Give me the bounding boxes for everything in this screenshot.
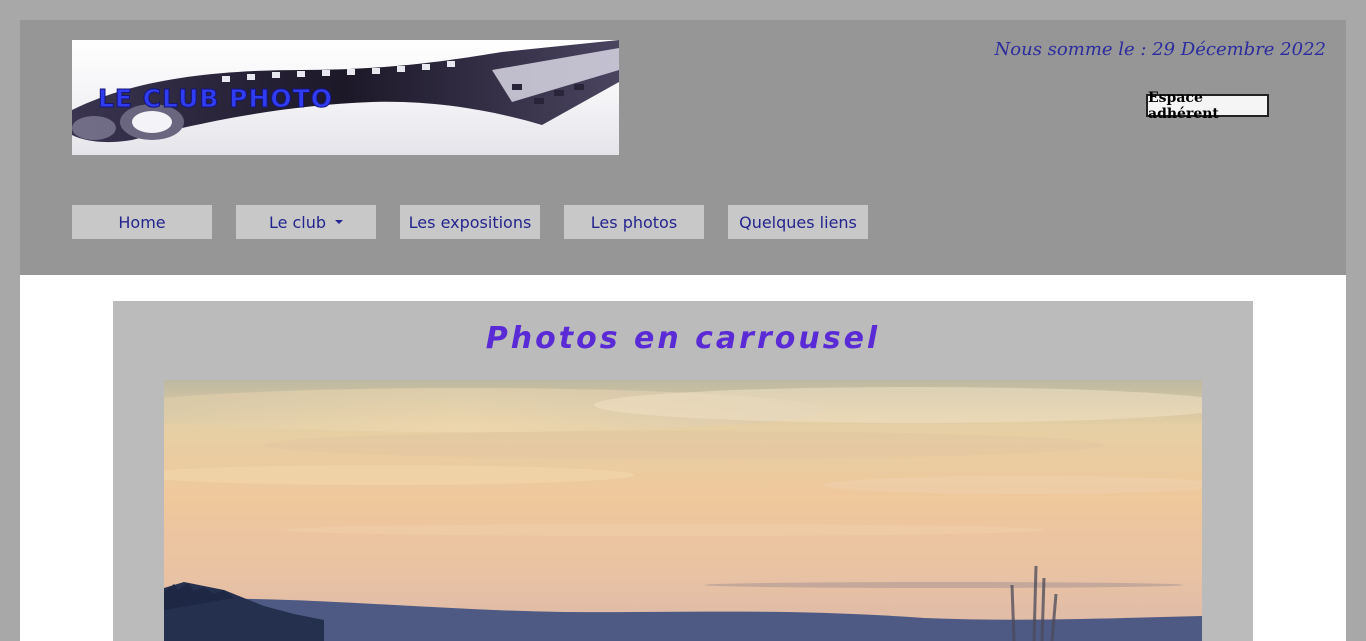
logo-text: LE CLUB PHOTO [98,84,333,114]
nav-item-liens[interactable]: Quelques liens [728,205,868,239]
nav-label-home: Home [118,212,166,232]
nav-item-photos[interactable]: Les photos [564,205,704,239]
page-frame: LE CLUB PHOTO Nous somme le : 29 Décembr… [20,20,1346,641]
current-date: Nous somme le : 29 Décembre 2022 [994,39,1326,60]
chevron-down-icon [335,220,344,224]
nav-label-photos: Les photos [590,212,678,232]
nav-item-expositions[interactable]: Les expositions [400,205,540,239]
carousel-section: Photos en carrousel [113,301,1253,641]
nav-item-le-club[interactable]: Le club [236,205,376,239]
member-area-button[interactable]: Espace adhérent [1146,90,1269,122]
nav-label-expositions: Les expositions [408,212,532,232]
section-title: Photos en carrousel [485,321,881,356]
carousel-image[interactable] [164,380,1202,641]
site-header: LE CLUB PHOTO Nous somme le : 29 Décembr… [20,20,1346,275]
landscape-photo [164,380,1202,641]
club-logo[interactable]: LE CLUB PHOTO [72,40,619,155]
nav-label-liens: Quelques liens [739,212,857,232]
nav-label-le-club: Le club [268,212,327,232]
nav-item-home[interactable]: Home [72,205,212,239]
